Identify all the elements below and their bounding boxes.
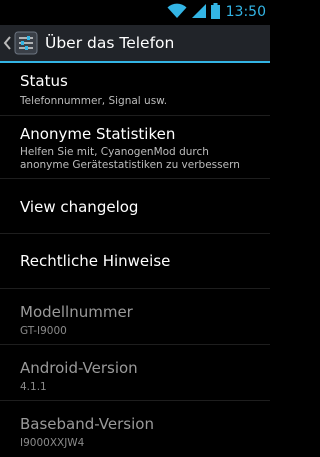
- pref-summary: I9000XXJW4: [20, 437, 85, 449]
- pref-title: Baseband-Version: [20, 415, 154, 433]
- pref-title: Anonyme Statistiken: [20, 125, 176, 143]
- pref-model-number: Modellnummer GT-I9000: [0, 289, 270, 345]
- pref-summary: Helfen Sie mit, CyanogenMod durch anonym…: [20, 146, 240, 171]
- pref-status[interactable]: Status Telefonnummer, Signal usw.: [0, 63, 270, 116]
- pref-android-version[interactable]: Android-Version 4.1.1: [0, 345, 270, 401]
- preference-list: Status Telefonnummer, Signal usw. Anonym…: [0, 63, 270, 457]
- wifi-icon: [167, 3, 187, 23]
- up-caret-icon[interactable]: [2, 25, 12, 61]
- pref-summary: Telefonnummer, Signal usw.: [20, 95, 168, 107]
- battery-icon: [210, 2, 220, 23]
- pref-title: View changelog: [20, 198, 139, 216]
- pref-title: Modellnummer: [20, 303, 133, 321]
- status-time: 13:50: [225, 4, 266, 20]
- pref-baseband-version: Baseband-Version I9000XXJW4: [0, 401, 270, 457]
- action-bar: Über das Telefon: [0, 25, 270, 63]
- pref-anonymous-statistics[interactable]: Anonyme Statistiken Helfen Sie mit, Cyan…: [0, 116, 270, 179]
- status-icons: 13:50: [167, 2, 266, 23]
- pref-title: Rechtliche Hinweise: [20, 252, 171, 270]
- status-bar: 13:50: [0, 0, 270, 25]
- signal-icon: [191, 3, 207, 23]
- pref-view-changelog[interactable]: View changelog: [0, 179, 270, 234]
- pref-summary: GT-I9000: [20, 325, 67, 337]
- page-title: Über das Telefon: [45, 34, 175, 52]
- pref-legal-info[interactable]: Rechtliche Hinweise: [0, 234, 270, 289]
- pref-title: Status: [20, 72, 68, 90]
- pref-title: Android-Version: [20, 359, 138, 377]
- pref-summary: 4.1.1: [20, 381, 47, 393]
- settings-app-icon[interactable]: [14, 31, 38, 55]
